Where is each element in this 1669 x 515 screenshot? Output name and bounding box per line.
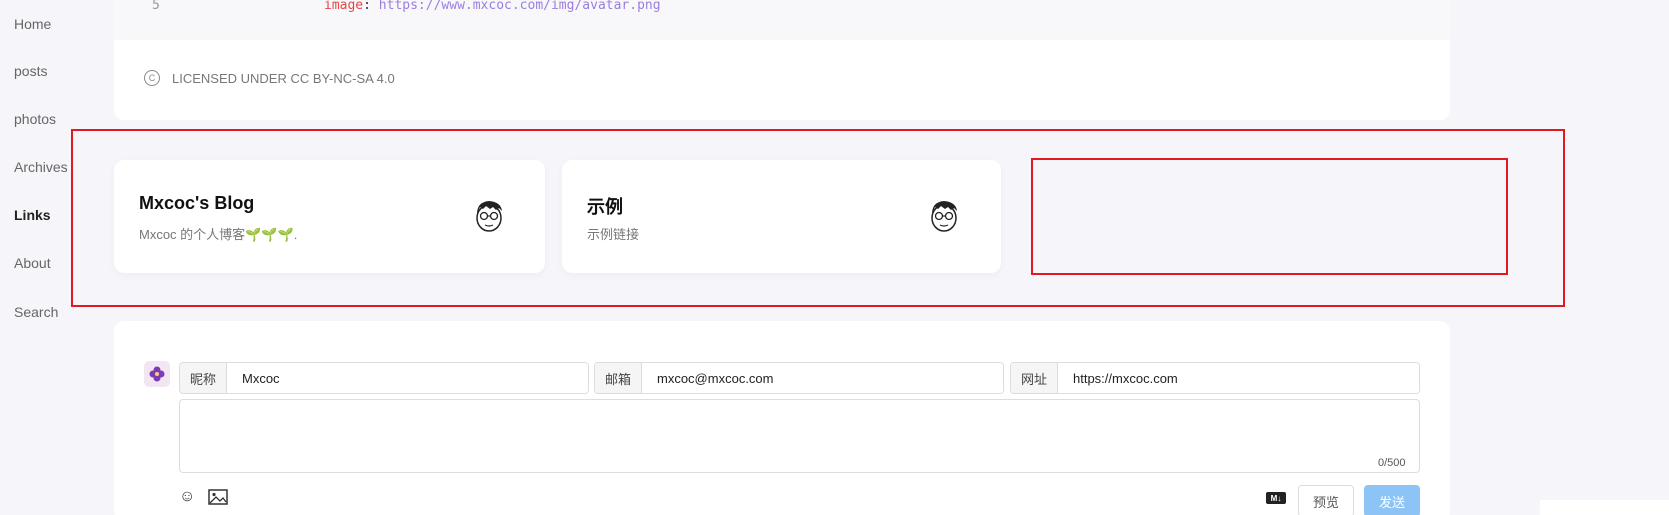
nick-input[interactable] xyxy=(227,363,588,393)
preview-button[interactable]: 预览 xyxy=(1298,485,1354,515)
comment-textarea[interactable] xyxy=(179,399,1420,473)
nav-item-search[interactable]: Search xyxy=(14,304,58,320)
email-label: 邮箱 xyxy=(595,363,642,393)
url-label: 网址 xyxy=(1011,363,1058,393)
license-text: LICENSED UNDER CC BY-NC-SA 4.0 xyxy=(172,70,395,86)
commenter-avatar xyxy=(144,361,170,387)
emoji-icon[interactable]: ☺ xyxy=(179,489,199,505)
send-button[interactable]: 发送 xyxy=(1364,485,1420,515)
nav-item-posts[interactable]: posts xyxy=(14,63,47,79)
char-counter: 0/500 xyxy=(1378,457,1406,469)
copyright-icon: C xyxy=(144,70,160,86)
image-icon xyxy=(208,489,228,505)
nick-field: 昵称 xyxy=(179,362,589,394)
code-block: 5 image: https://www.mxcoc.com/img/avata… xyxy=(114,0,1450,40)
code-value: https://www.mxcoc.com/img/avatar.png xyxy=(378,0,661,13)
nav-item-links[interactable]: Links xyxy=(14,207,51,223)
code-line-number: 5 xyxy=(152,0,160,13)
nav-item-about[interactable]: About xyxy=(14,255,51,271)
url-field: 网址 xyxy=(1010,362,1420,394)
url-input[interactable] xyxy=(1058,363,1419,393)
article-card: 5 image: https://www.mxcoc.com/img/avata… xyxy=(114,0,1450,120)
nav-item-home[interactable]: Home xyxy=(14,16,51,32)
email-field: 邮箱 xyxy=(594,362,1004,394)
license-row: C LICENSED UNDER CC BY-NC-SA 4.0 xyxy=(144,70,395,86)
nav-item-archives[interactable]: Archives xyxy=(14,159,68,175)
comment-card: 昵称 邮箱 网址 0/500 ☺ M↓ 预览 发送 xyxy=(114,321,1450,515)
nav-item-photos[interactable]: photos xyxy=(14,111,56,127)
markdown-icon[interactable]: M↓ xyxy=(1266,492,1286,504)
code-key: image xyxy=(324,0,364,13)
nick-label: 昵称 xyxy=(180,363,227,393)
highlight-outline-empty-slot xyxy=(1031,158,1508,275)
flower-icon xyxy=(149,366,165,382)
page-edge xyxy=(1540,500,1669,515)
email-input[interactable] xyxy=(642,363,1003,393)
code-line-content: image: https://www.mxcoc.com/img/avatar.… xyxy=(324,0,661,13)
image-upload-icon[interactable] xyxy=(208,489,228,505)
